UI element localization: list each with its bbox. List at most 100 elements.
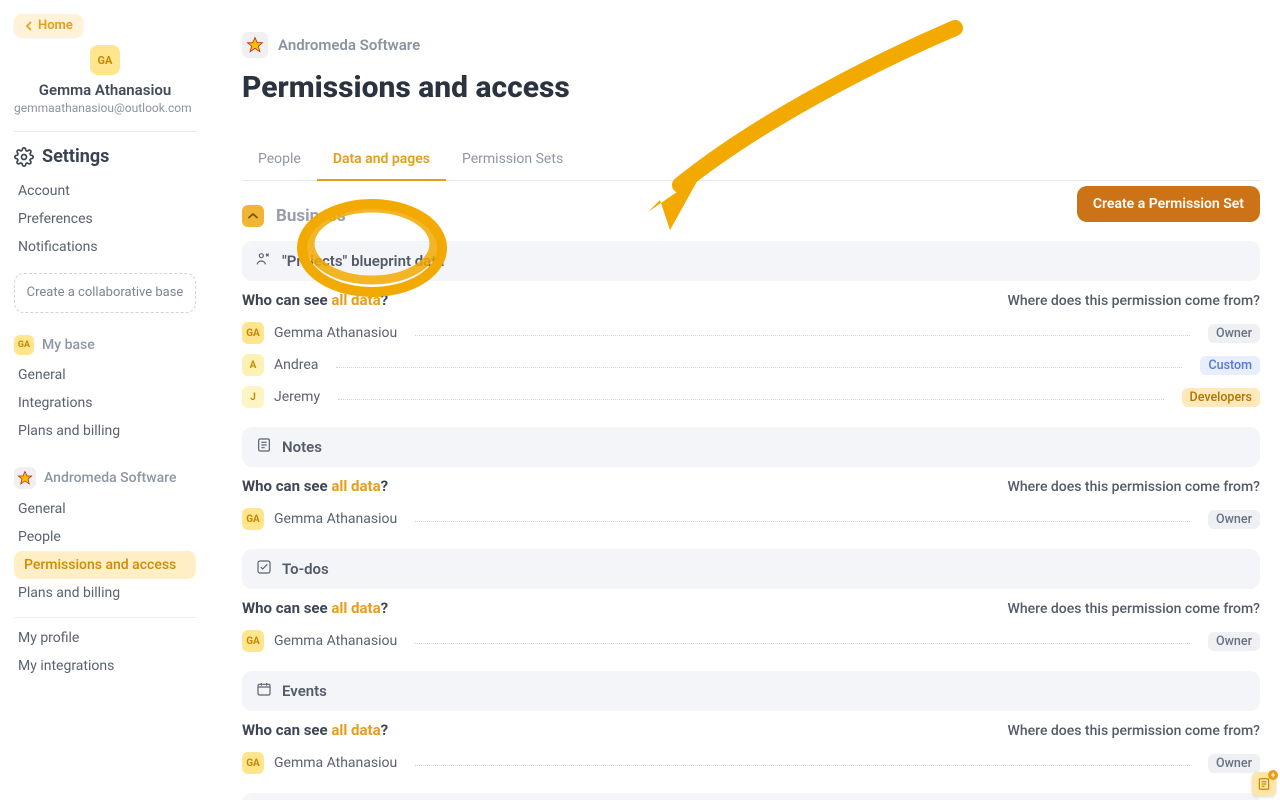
who-can-see-label: Who can see all data? xyxy=(242,599,388,617)
events-icon xyxy=(256,681,272,701)
person-row[interactable]: GA Gemma Athanasiou Owner xyxy=(242,625,1260,657)
dotted-line xyxy=(415,335,1190,336)
sidebar-item-permissions-and-access[interactable]: Permissions and access xyxy=(14,551,196,579)
collapse-toggle[interactable] xyxy=(242,205,264,227)
person-row[interactable]: GA Gemma Athanasiou Owner xyxy=(242,317,1260,349)
todos-icon xyxy=(256,559,272,579)
main-content: Andromeda Software Permissions and acces… xyxy=(210,0,1280,800)
tab-data-and-pages[interactable]: Data and pages xyxy=(317,141,446,181)
notes-icon xyxy=(256,437,272,457)
permission-badge[interactable]: Owner xyxy=(1208,510,1260,529)
permission-source-link[interactable]: Where does this permission come from? xyxy=(1008,293,1260,309)
permission-panel: Notes Who can see all data?Where does thi… xyxy=(242,427,1260,535)
quick-note-button[interactable]: + xyxy=(1252,772,1276,796)
chevron-left-icon xyxy=(24,21,34,31)
create-permission-set-button[interactable]: Create a Permission Set xyxy=(1077,186,1260,222)
who-can-see-label: Who can see all data? xyxy=(242,291,388,309)
dotted-line xyxy=(336,367,1182,368)
avatar[interactable]: GA xyxy=(90,45,120,75)
dotted-line xyxy=(415,521,1190,522)
settings-heading: Settings xyxy=(14,146,196,167)
person-name: Gemma Athanasiou xyxy=(274,633,397,649)
who-can-see-label: Who can see all data? xyxy=(242,721,388,739)
who-row: Who can see all data? Where does this per… xyxy=(242,599,1260,617)
person-row[interactable]: JJeremyDevelopers xyxy=(242,381,1260,413)
sidebar-item-integrations[interactable]: Integrations xyxy=(14,389,196,417)
panel-header[interactable]: Notes xyxy=(242,427,1260,467)
who-row: Who can see all data? Where does this per… xyxy=(242,721,1260,739)
avatar: GA xyxy=(242,508,264,530)
permission-badge[interactable]: Owner xyxy=(1208,632,1260,651)
person-name: Gemma Athanasiou xyxy=(274,511,397,527)
user-email: gemmaathanasiou@outlook.com xyxy=(14,99,196,117)
page-title: Permissions and access xyxy=(242,70,1260,105)
sidebar-item-people[interactable]: People xyxy=(14,523,196,551)
panel-title: "Projects" blueprint data xyxy=(282,252,444,270)
permission-source-link[interactable]: Where does this permission come from? xyxy=(1008,601,1260,617)
permission-source-link[interactable]: Where does this permission come from? xyxy=(1008,479,1260,495)
plus-badge-icon: + xyxy=(1268,770,1278,780)
sidebar-item-my-integrations[interactable]: My integrations xyxy=(14,652,196,680)
panel-title: Events xyxy=(282,682,327,700)
sidebar-item-plans-and-billing[interactable]: Plans and billing xyxy=(14,417,196,445)
person-name: Andrea xyxy=(274,357,318,373)
note-icon xyxy=(1257,777,1271,791)
permission-panel: Events Who can see all data? Where does th… xyxy=(242,671,1260,779)
who-row: Who can see all data? Where does this per… xyxy=(242,291,1260,309)
avatar: GA xyxy=(242,322,264,344)
divider xyxy=(14,131,196,132)
sidebar-item-my-profile[interactable]: My profile xyxy=(14,624,196,652)
divider xyxy=(14,617,196,618)
avatar-small: GA xyxy=(14,335,34,355)
sidebar-item-general[interactable]: General xyxy=(14,361,196,389)
avatar: GA xyxy=(242,630,264,652)
person-row[interactable]: A Andrea Custom xyxy=(242,349,1260,381)
org-logo-icon xyxy=(14,467,36,489)
avatar: A xyxy=(242,354,264,376)
permission-badge[interactable]: Owner xyxy=(1208,754,1260,773)
blueprint-icon xyxy=(256,251,272,271)
person-row[interactable]: GA Gemma Athanasiou Owner xyxy=(242,503,1260,535)
sidebar-item-account[interactable]: Account xyxy=(14,177,196,205)
sidebar-item-plans-and-billing[interactable]: Plans and billing xyxy=(14,579,196,607)
dotted-line xyxy=(415,765,1190,766)
org-name: Andromeda Software xyxy=(278,36,420,54)
sidebar-section-label: My base xyxy=(42,337,95,353)
sidebar-section-mybase[interactable]: GA My base xyxy=(14,335,196,355)
chevron-up-icon xyxy=(247,210,259,222)
permission-badge[interactable]: Developers xyxy=(1182,388,1260,407)
panel-header[interactable]: Pinboard xyxy=(242,793,1260,800)
permission-panel: To-dos Who can see all data? Where does th… xyxy=(242,549,1260,657)
home-button[interactable]: Home xyxy=(14,14,83,37)
org-logo-icon xyxy=(242,32,268,58)
tab-people[interactable]: People xyxy=(242,141,317,180)
group-name: Business xyxy=(276,206,346,226)
panel-header[interactable]: To-dos xyxy=(242,549,1260,589)
who-row: Who can see all data?Where does this per… xyxy=(242,477,1260,495)
gear-icon xyxy=(14,147,34,167)
user-name: Gemma Athanasiou xyxy=(14,81,196,99)
permission-badge[interactable]: Custom xyxy=(1200,356,1260,375)
sidebar-item-preferences[interactable]: Preferences xyxy=(14,205,196,233)
panel-title: Notes xyxy=(282,438,322,456)
panel-header[interactable]: Events xyxy=(242,671,1260,711)
permission-panel: "Projects" blueprint data Who can see all… xyxy=(242,241,1260,413)
tab-permission-sets[interactable]: Permission Sets xyxy=(446,141,579,180)
permission-source-link[interactable]: Where does this permission come from? xyxy=(1008,723,1260,739)
permission-badge[interactable]: Owner xyxy=(1208,324,1260,343)
dotted-line xyxy=(338,399,1163,400)
sidebar-section-org[interactable]: Andromeda Software xyxy=(14,467,196,489)
person-name: Gemma Athanasiou xyxy=(274,325,397,341)
person-row[interactable]: GAGemma AthanasiouOwner xyxy=(242,747,1260,779)
create-base-button[interactable]: Create a collaborative base xyxy=(14,273,196,313)
home-label: Home xyxy=(38,18,73,33)
settings-label: Settings xyxy=(42,146,109,167)
sidebar-item-notifications[interactable]: Notifications xyxy=(14,233,196,261)
breadcrumb: Andromeda Software xyxy=(242,32,1260,58)
tabs: PeopleData and pagesPermission Sets xyxy=(242,141,1260,181)
panel-header[interactable]: "Projects" blueprint data xyxy=(242,241,1260,281)
sidebar-item-general[interactable]: General xyxy=(14,495,196,523)
person-name: Gemma Athanasiou xyxy=(274,755,397,771)
permission-panel: Pinboard xyxy=(242,793,1260,800)
dotted-line xyxy=(415,643,1190,644)
